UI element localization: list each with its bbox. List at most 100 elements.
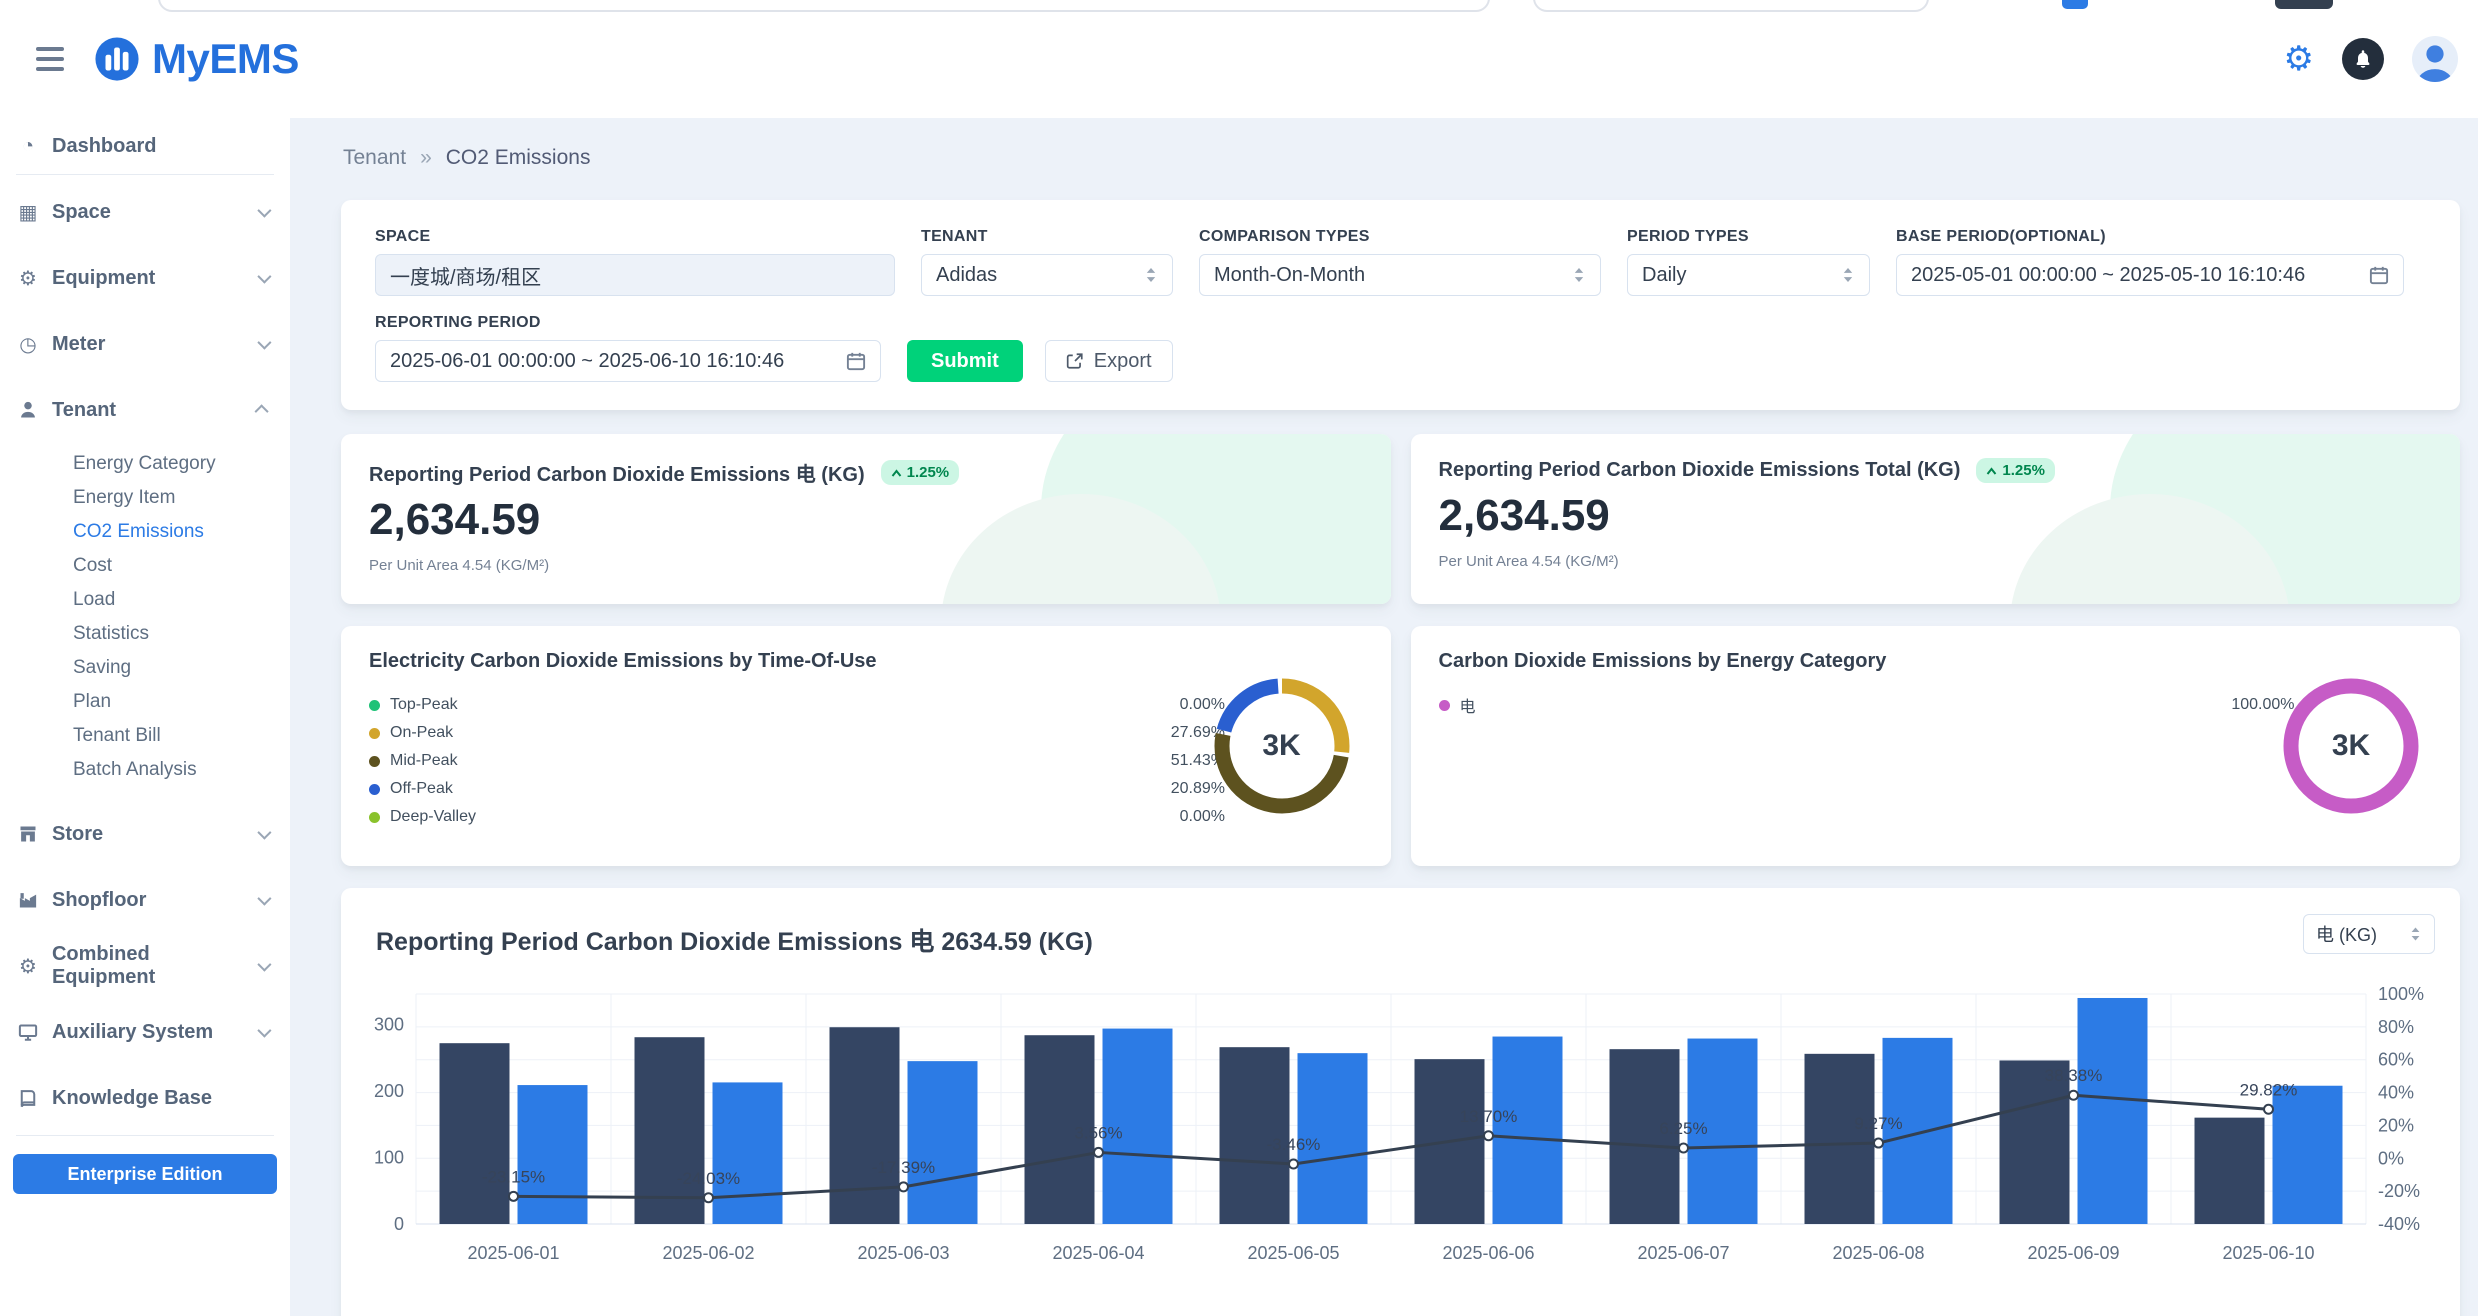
sidebar-item-store[interactable]: Store — [0, 801, 290, 867]
energy-category-legend: 电 100.00% — [1439, 691, 2295, 719]
breadcrumb: Tenant » CO2 Emissions — [343, 146, 2460, 170]
select-arrows-icon — [1572, 266, 1586, 284]
meter-gauge-icon: ◷ — [16, 332, 40, 357]
svg-text:80%: 80% — [2378, 1017, 2414, 1037]
reporting-period-bar — [908, 1061, 978, 1224]
comparison-label: COMPARISON TYPES — [1199, 228, 1601, 246]
tenant-submenu: Energy Category Energy Item CO2 Emission… — [0, 443, 290, 801]
svg-text:2025-06-03: 2025-06-03 — [857, 1243, 949, 1263]
sidebar-item-equipment[interactable]: ⚙ Equipment — [0, 245, 290, 311]
submit-button[interactable]: Submit — [907, 340, 1023, 382]
legend-dot — [369, 784, 380, 795]
sidebar-divider — [16, 174, 274, 175]
sidebar-item-combined-equipment[interactable]: ⚙ Combined Equipment — [0, 933, 290, 999]
svg-text:100%: 100% — [2378, 984, 2424, 1004]
store-icon — [16, 824, 40, 844]
sidebar-item-knowledge-base[interactable]: Knowledge Base — [0, 1065, 290, 1131]
donut-center-label: 3K — [2276, 671, 2426, 821]
period-type-field: PERIOD TYPES Daily — [1627, 228, 1870, 296]
top-edge-artifact — [2062, 0, 2088, 9]
reporting-period-field: REPORTING PERIOD 2025-06-01 00:00:00 ~ 2… — [375, 314, 881, 382]
enterprise-edition-button[interactable]: Enterprise Edition — [13, 1154, 277, 1194]
sidebar-item-space[interactable]: ▦ Space — [0, 179, 290, 245]
submenu-item-energy-item[interactable]: Energy Item — [0, 481, 290, 515]
brand-logo[interactable]: MyEMS — [94, 35, 299, 83]
sidebar-item-dashboard[interactable]: ◔ Dashboard — [0, 122, 290, 170]
svg-text:2025-06-08: 2025-06-08 — [1832, 1243, 1924, 1263]
export-button[interactable]: Export — [1045, 340, 1173, 382]
unit-selector[interactable]: 电 (KG) — [2303, 914, 2435, 954]
sidebar-item-shopfloor[interactable]: Shopfloor — [0, 867, 290, 933]
svg-text:0%: 0% — [2378, 1148, 2404, 1168]
legend-item-mid-peak[interactable]: Mid-Peak 51.43% — [369, 747, 1225, 775]
line-point-label: -3.46% — [1267, 1135, 1321, 1154]
submenu-item-tenant-bill[interactable]: Tenant Bill — [0, 719, 290, 753]
submenu-item-plan[interactable]: Plan — [0, 685, 290, 719]
legend-item-electricity[interactable]: 电 100.00% — [1439, 691, 2295, 719]
sidebar-item-auxiliary-system[interactable]: Auxiliary System — [0, 999, 290, 1065]
submenu-item-co2-emissions[interactable]: CO2 Emissions — [0, 515, 290, 549]
line-point — [1874, 1139, 1883, 1148]
caret-up-icon — [891, 469, 902, 477]
breadcrumb-current: CO2 Emissions — [446, 146, 591, 170]
sidebar-item-label: Auxiliary System — [52, 1021, 213, 1044]
legend-dot — [369, 756, 380, 767]
space-input[interactable] — [375, 254, 895, 296]
stat-per-unit: Per Unit Area 4.54 (KG/M²) — [1439, 553, 2433, 570]
comparison-select[interactable]: Month-On-Month — [1199, 254, 1601, 296]
donut-center-label: 3K — [1207, 671, 1357, 821]
reporting-period-input[interactable]: 2025-06-01 00:00:00 ~ 2025-06-10 16:10:4… — [375, 340, 881, 382]
base-period-bar — [2195, 1118, 2265, 1224]
bar-line-chart: 100%80%60%40%20%0%-20%-40%01002003002025… — [366, 974, 2435, 1316]
sidebar-item-tenant[interactable]: Tenant — [0, 377, 290, 443]
legend-item-top-peak[interactable]: Top-Peak 0.00% — [369, 691, 1225, 719]
breadcrumb-tenant-link[interactable]: Tenant — [343, 146, 406, 170]
calendar-icon — [846, 351, 866, 371]
submenu-item-batch-analysis[interactable]: Batch Analysis — [0, 753, 290, 787]
line-point-label: 3.56% — [1074, 1123, 1122, 1142]
submenu-item-energy-category[interactable]: Energy Category — [0, 447, 290, 481]
stat-card-electricity: Reporting Period Carbon Dioxide Emission… — [341, 434, 1391, 604]
submenu-item-statistics[interactable]: Statistics — [0, 617, 290, 651]
person-icon — [2412, 36, 2458, 82]
submenu-item-load[interactable]: Load — [0, 583, 290, 617]
submenu-item-cost[interactable]: Cost — [0, 549, 290, 583]
line-point — [1679, 1144, 1688, 1153]
submenu-item-saving[interactable]: Saving — [0, 651, 290, 685]
notifications-button[interactable] — [2342, 38, 2384, 80]
svg-text:2025-06-09: 2025-06-09 — [2027, 1243, 2119, 1263]
reporting-period-label: REPORTING PERIOD — [375, 314, 881, 332]
line-point-label: 13.70% — [1460, 1107, 1518, 1126]
select-arrows-icon — [1144, 266, 1158, 284]
legend-item-deep-valley[interactable]: Deep-Valley 0.00% — [369, 803, 1225, 831]
legend-dot — [369, 728, 380, 739]
user-avatar[interactable] — [2412, 36, 2458, 82]
svg-text:2025-06-05: 2025-06-05 — [1247, 1243, 1339, 1263]
sidebar-divider — [16, 1135, 274, 1136]
legend-item-off-peak[interactable]: Off-Peak 20.89% — [369, 775, 1225, 803]
sidebar-item-meter[interactable]: ◷ Meter — [0, 311, 290, 377]
sidebar-toggle-button[interactable] — [28, 39, 72, 79]
line-point — [899, 1182, 908, 1191]
period-type-select[interactable]: Daily — [1627, 254, 1870, 296]
svg-text:-20%: -20% — [2378, 1181, 2420, 1201]
chevron-down-icon — [257, 958, 271, 972]
sidebar-item-label: Dashboard — [52, 135, 156, 158]
reporting-period-bar — [713, 1082, 783, 1224]
stat-value: 2,634.59 — [1439, 491, 2433, 541]
tenant-select[interactable]: Adidas — [921, 254, 1173, 296]
main-content: Tenant » CO2 Emissions SPACE TENANT Adid… — [290, 118, 2478, 1316]
base-period-bar — [830, 1027, 900, 1224]
myems-logo-icon — [94, 36, 140, 82]
svg-text:0: 0 — [394, 1214, 404, 1234]
line-point-label: -24.03% — [677, 1169, 740, 1188]
settings-gear-icon[interactable]: ⚙ — [2284, 42, 2314, 76]
top-edge-artifact — [2275, 0, 2333, 9]
line-point — [1094, 1148, 1103, 1157]
bar-chart-card: Reporting Period Carbon Dioxide Emission… — [341, 888, 2460, 1316]
svg-text:2025-06-06: 2025-06-06 — [1442, 1243, 1534, 1263]
base-period-input[interactable]: 2025-05-01 00:00:00 ~ 2025-05-10 16:10:4… — [1896, 254, 2404, 296]
legend-item-on-peak[interactable]: On-Peak 27.69% — [369, 719, 1225, 747]
line-point-label: 38.38% — [2045, 1066, 2103, 1085]
combined-equipment-gears-icon: ⚙ — [16, 954, 40, 979]
